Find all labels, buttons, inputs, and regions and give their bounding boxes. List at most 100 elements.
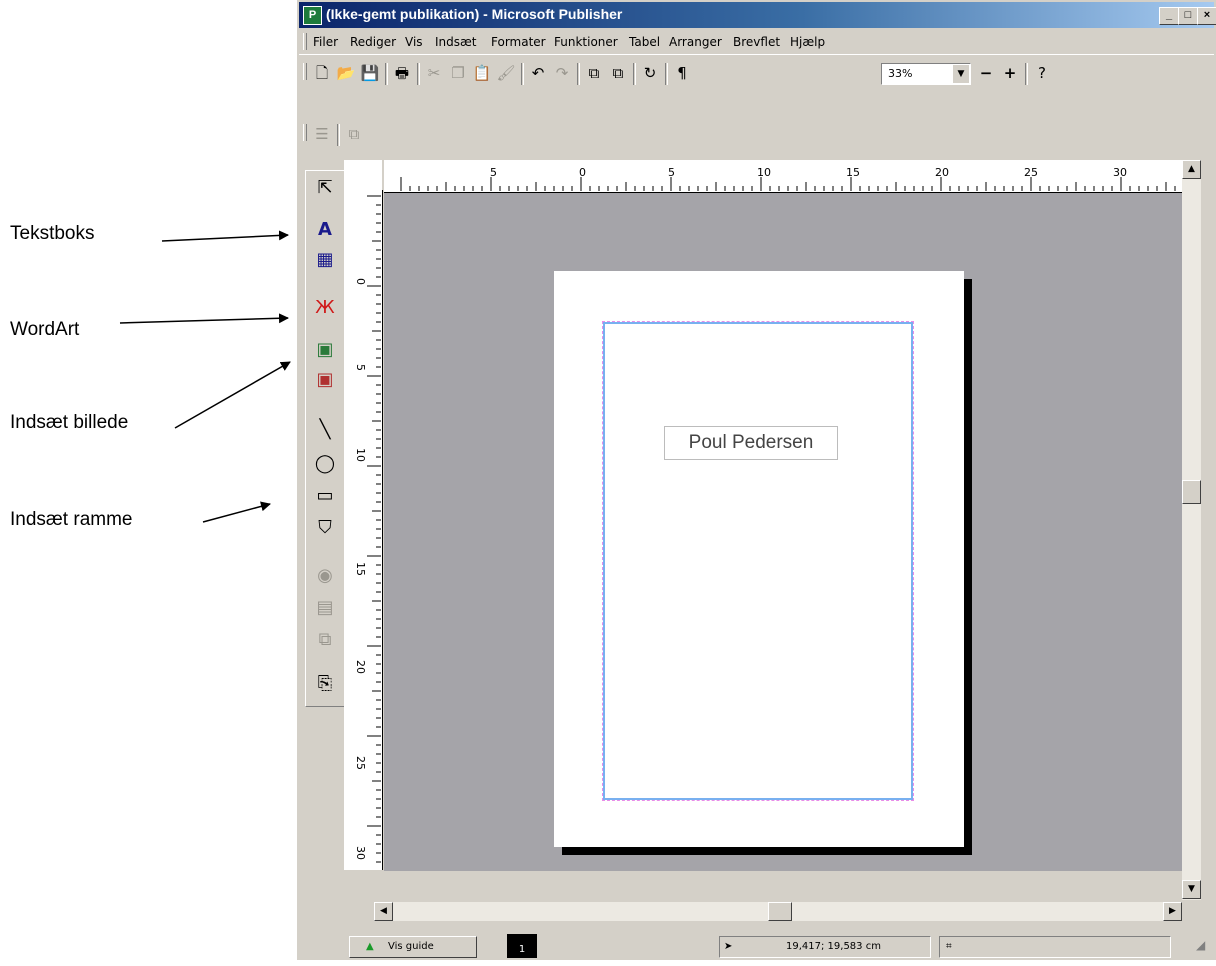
position-field: ➤ 19,417; 19,583 cm <box>719 936 931 958</box>
publisher-app-icon[interactable]: P <box>303 6 322 25</box>
horizontal-ruler-ticks: 5 0 5 10 15 20 25 30 <box>400 166 1176 191</box>
align-icon[interactable]: ☰ <box>311 123 333 145</box>
text-box-tool-icon[interactable]: A <box>311 217 339 243</box>
ruler-label: 10 <box>757 166 771 179</box>
horizontal-scrollbar[interactable]: ◀ ▶ <box>374 902 1182 921</box>
pointer-tool-icon[interactable]: ⇱ <box>311 175 339 201</box>
scratch-area[interactable]: Poul Pedersen <box>384 193 1182 871</box>
pilcrow-icon[interactable]: ¶ <box>671 62 693 84</box>
menu-grip[interactable] <box>303 33 307 50</box>
line-tool-icon[interactable]: ╲ <box>311 417 339 443</box>
cut-icon[interactable]: ✂ <box>423 62 445 84</box>
menu-arranger[interactable]: Arranger <box>669 35 722 49</box>
resize-grip-icon[interactable]: ◢ <box>1196 938 1212 954</box>
formatting-toolbar: ☰ ⧉ <box>299 118 1214 152</box>
ruler-label: 10 <box>354 448 367 462</box>
publisher-window: P (Ikke-gemt publikation) - Microsoft Pu… <box>297 0 1216 960</box>
toolbar-separator <box>633 63 636 85</box>
undo-icon[interactable]: ↶ <box>527 62 549 84</box>
vertical-ruler-ticks: 0 5 10 15 20 25 30 <box>354 195 381 863</box>
arrow-wordart <box>119 313 289 324</box>
menu-indsaet[interactable]: Indsæt <box>435 35 477 49</box>
copy-icon[interactable]: ❐ <box>447 62 469 84</box>
show-wizard-button[interactable]: ▲ Vis guide <box>349 936 477 958</box>
print-icon[interactable]: 🖶 <box>391 62 413 84</box>
triangle-up-icon: ▲ <box>366 941 374 952</box>
scroll-left-icon[interactable]: ◀ <box>374 902 393 921</box>
oval-tool-icon[interactable]: ◯ <box>311 451 339 477</box>
form-control-tool-icon[interactable]: ▤ <box>311 595 339 621</box>
vertical-scroll-thumb[interactable] <box>1182 480 1201 504</box>
publication-page[interactable]: Poul Pedersen <box>554 271 964 847</box>
scroll-down-icon[interactable]: ▼ <box>1182 880 1201 899</box>
new-icon[interactable]: 🗋 <box>311 62 333 84</box>
zoom-out-icon[interactable]: − <box>975 62 997 84</box>
menu-rediger[interactable]: Rediger <box>350 35 396 49</box>
page-navigation-button[interactable]: 1 <box>507 934 537 958</box>
vertical-ruler[interactable]: 0 5 10 15 20 25 30 <box>344 190 383 870</box>
size-icon: ⌗ <box>946 941 952 952</box>
menu-hjaelp[interactable]: Hjælp <box>790 35 825 49</box>
ruler-label: 15 <box>846 166 860 179</box>
ruler-corner[interactable] <box>344 160 382 190</box>
menu-funktioner[interactable]: Funktioner <box>554 35 618 49</box>
redo-icon[interactable]: ↷ <box>551 62 573 84</box>
maximize-button[interactable]: □ <box>1178 7 1198 25</box>
menu-formater[interactable]: Formater <box>491 35 546 49</box>
callout-indsaet-ramme: Indsæt ramme <box>10 509 133 530</box>
open-folder-icon[interactable]: 📂 <box>335 62 357 84</box>
margin-guides <box>602 321 914 801</box>
toolbar-separator <box>417 63 420 85</box>
title-bar[interactable]: P (Ikke-gemt publikation) - Microsoft Pu… <box>299 2 1216 28</box>
rectangle-tool-icon[interactable]: ▭ <box>311 483 339 509</box>
help-icon[interactable]: ? <box>1031 62 1053 84</box>
toolbar-grip[interactable] <box>303 124 307 141</box>
menu-tabel[interactable]: Tabel <box>629 35 660 49</box>
close-button[interactable]: × <box>1197 7 1216 25</box>
table-tool-icon[interactable]: ▦ <box>311 247 339 273</box>
arrow-tekstboks <box>161 230 289 242</box>
hot-spot-tool-icon[interactable]: ◉ <box>311 563 339 589</box>
ruler-label: 0 <box>354 278 367 285</box>
picture-tool-icon[interactable]: ▣ <box>311 337 339 363</box>
frame-properties-icon[interactable]: ⧉ <box>343 123 365 145</box>
zoom-select[interactable]: 33% ▼ <box>881 63 971 85</box>
window-title: (Ikke-gemt publikation) - Microsoft Publ… <box>326 6 623 22</box>
ruler-label: 5 <box>490 166 497 179</box>
custom-shapes-tool-icon[interactable]: ⛉ <box>311 515 339 541</box>
size-field: ⌗ <box>939 936 1171 958</box>
text-box[interactable]: Poul Pedersen <box>664 426 838 460</box>
html-fragment-tool-icon[interactable]: ⧉ <box>311 627 339 653</box>
scroll-right-icon[interactable]: ▶ <box>1163 902 1182 921</box>
zoom-in-icon[interactable]: + <box>999 62 1021 84</box>
clip-art-tool-icon[interactable]: ▣ <box>311 367 339 393</box>
toolbar-separator <box>521 63 524 85</box>
callout-indsaet-billede: Indsæt billede <box>10 412 129 433</box>
ruler-label: 20 <box>935 166 949 179</box>
menu-vis[interactable]: Vis <box>405 35 423 49</box>
send-to-back-icon[interactable]: ⧉ <box>607 62 629 84</box>
menu-brevflet[interactable]: Brevflet <box>733 35 780 49</box>
toolbar-separator <box>1025 63 1028 85</box>
position-value: 19,417; 19,583 cm <box>786 941 881 952</box>
design-gallery-icon[interactable]: ⎘ <box>311 671 339 697</box>
menu-filer[interactable]: Filer <box>313 35 338 49</box>
horizontal-ruler[interactable]: 5 0 5 10 15 20 25 30 <box>384 160 1182 193</box>
paste-icon[interactable]: 📋 <box>471 62 493 84</box>
format-painter-icon[interactable]: 🖌 <box>495 62 517 84</box>
toolbar-grip[interactable] <box>303 63 307 80</box>
rotate-icon[interactable]: ↻ <box>639 62 661 84</box>
toolbar-separator <box>665 63 668 85</box>
minimize-button[interactable]: _ <box>1159 7 1179 25</box>
save-icon[interactable]: 💾 <box>359 62 381 84</box>
bring-to-front-icon[interactable]: ⧉ <box>583 62 605 84</box>
toolbar-separator <box>577 63 580 85</box>
ruler-label: 5 <box>668 166 675 179</box>
horizontal-scroll-thumb[interactable] <box>768 902 792 921</box>
scroll-up-icon[interactable]: ▲ <box>1182 160 1201 179</box>
wordart-tool-icon[interactable]: Ж <box>311 295 339 321</box>
vertical-scrollbar[interactable]: ▲ ▼ <box>1182 160 1201 900</box>
ruler-label: 15 <box>354 562 367 576</box>
chevron-down-icon[interactable]: ▼ <box>953 65 969 83</box>
toolbar-separator <box>385 63 388 85</box>
